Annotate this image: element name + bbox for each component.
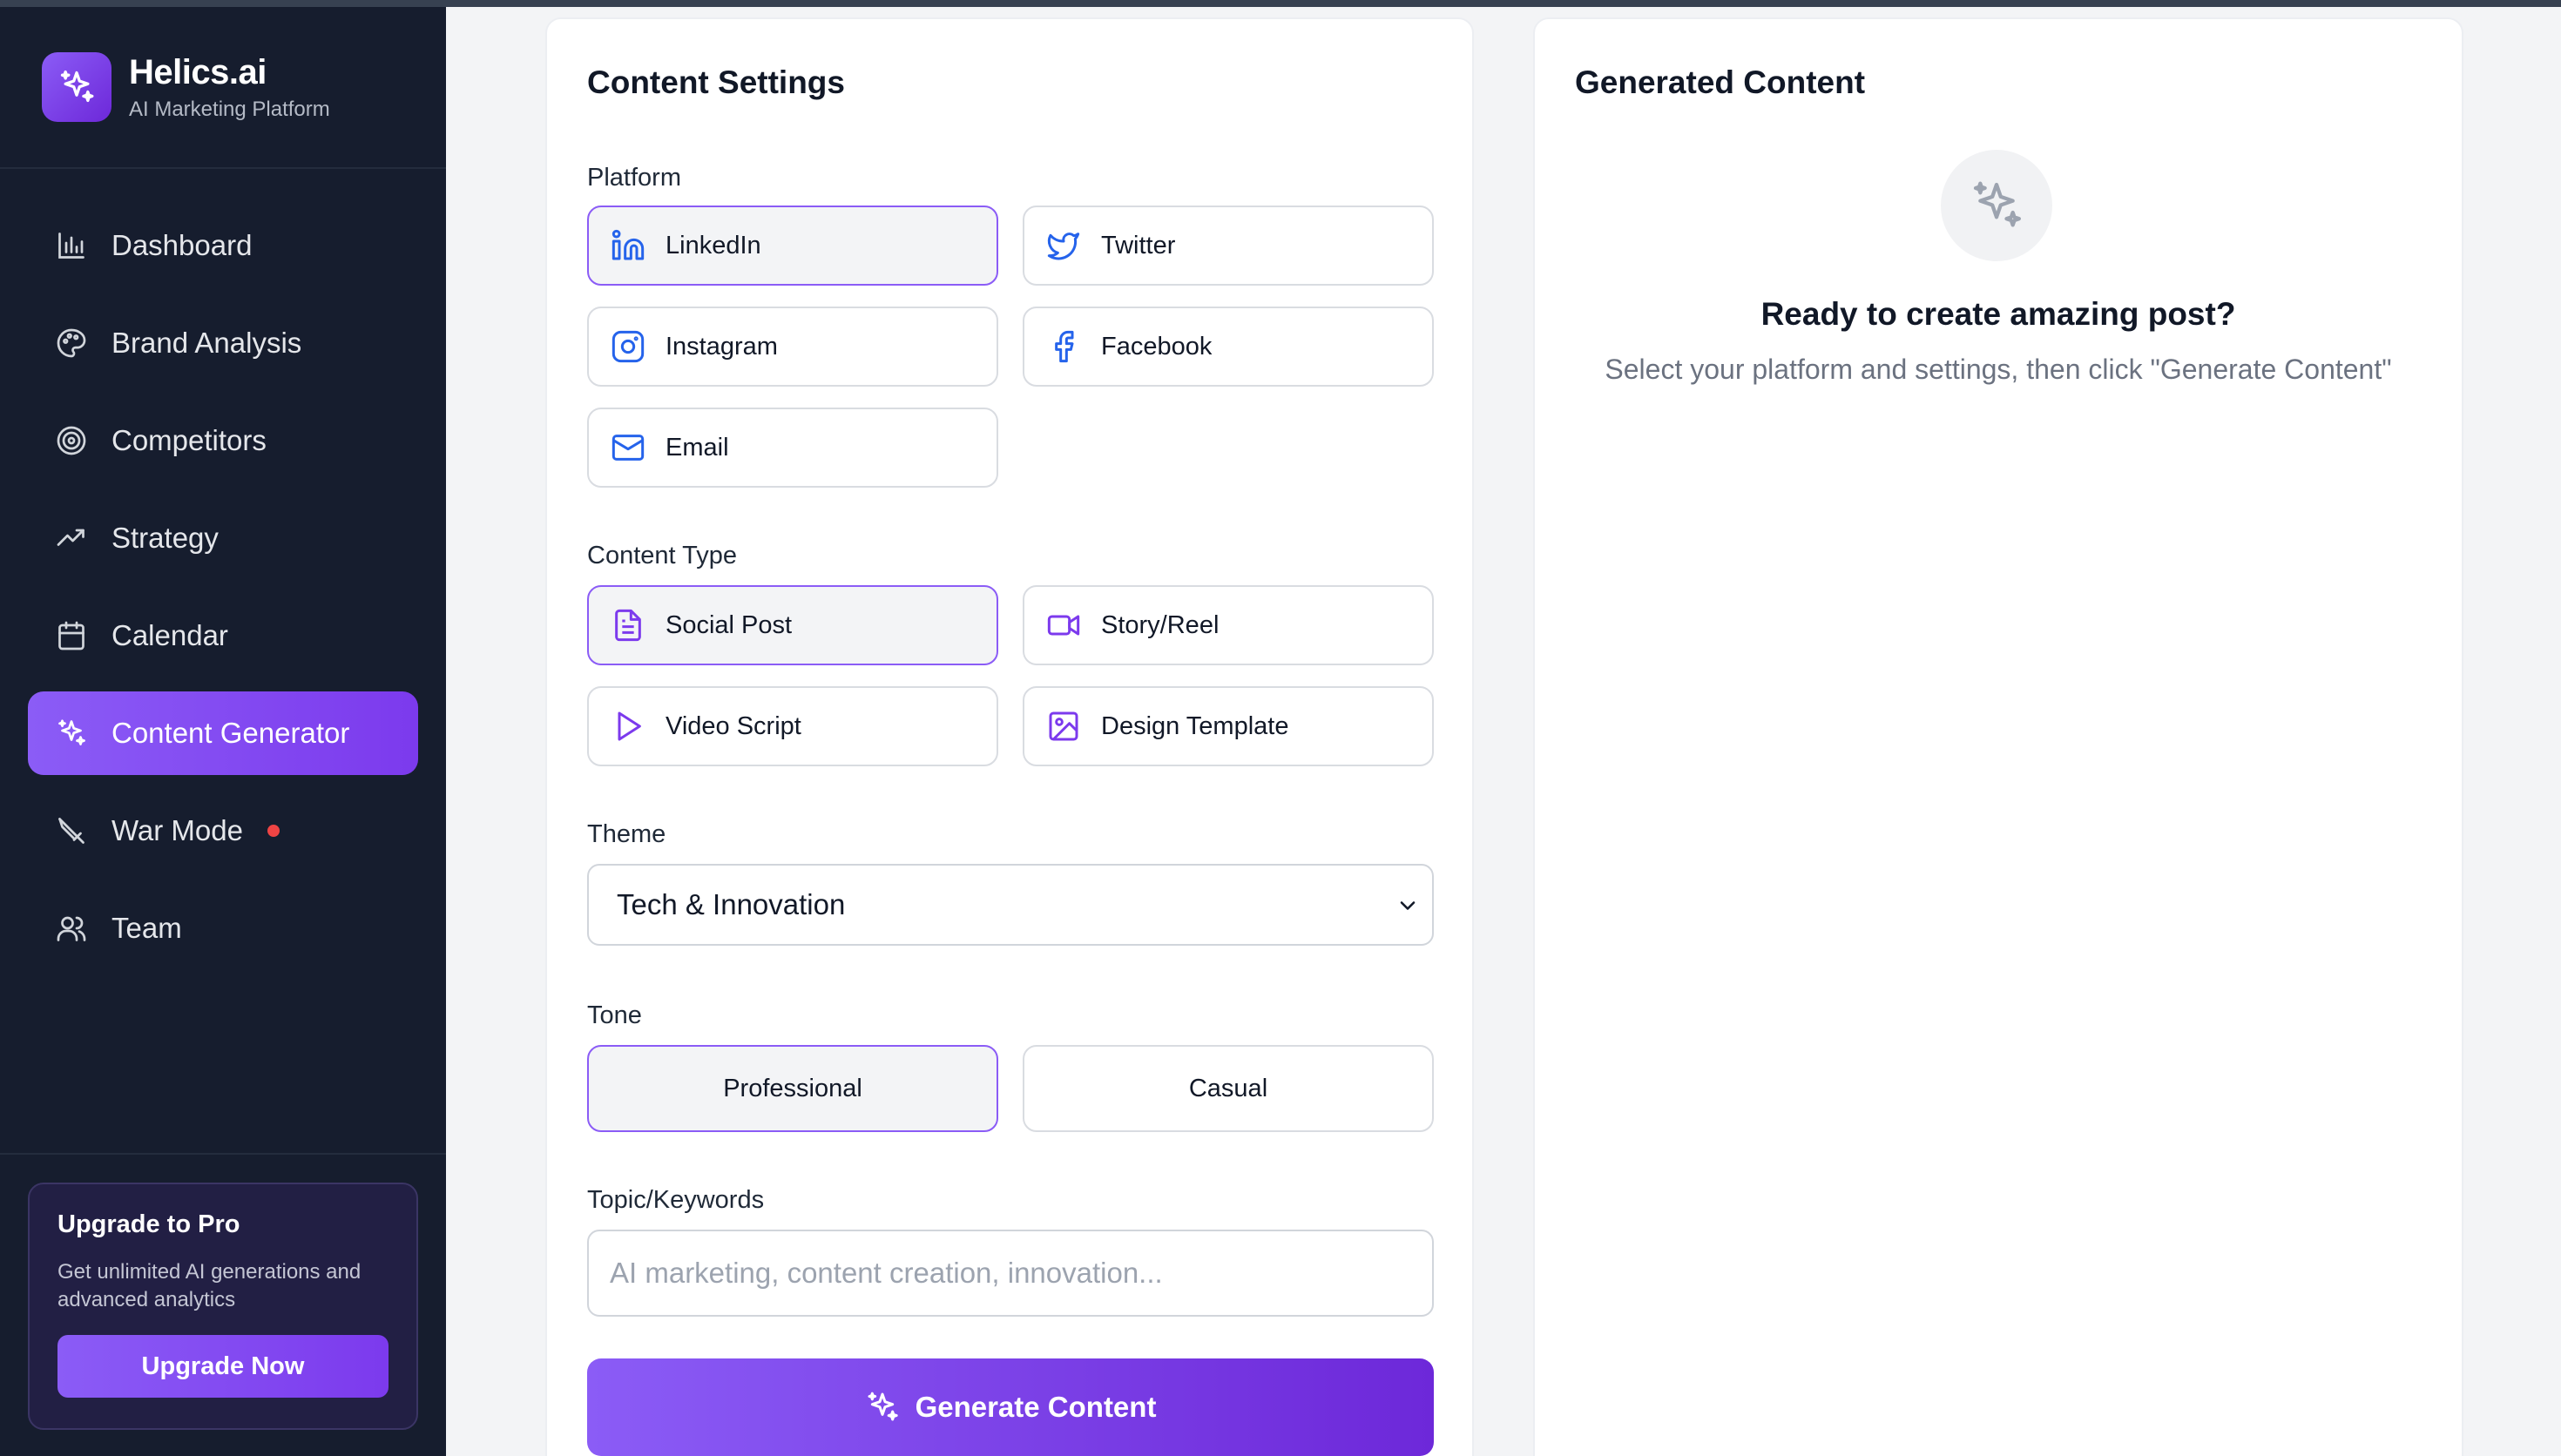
theme-select[interactable]: Tech & Innovation [587,864,1434,946]
sparkles-icon [1941,150,2052,261]
option-label: Story/Reel [1101,610,1220,639]
instagram-icon [610,328,646,365]
tone-option-professional[interactable]: Professional [587,1045,998,1132]
content-type-option-video-script[interactable]: Video Script [587,686,998,766]
brand-name: Helics.ai [129,52,267,91]
divider [0,1153,446,1155]
file-text-icon [610,607,646,644]
mail-icon [610,429,646,466]
platform-option-linkedin[interactable]: LinkedIn [587,206,998,286]
empty-state-description: Select your platform and settings, then … [1605,354,2392,385]
content-type-label: Content Type [587,542,737,570]
chevron-down-icon [1395,892,1420,925]
card-title: Content Settings [587,64,845,100]
sidebar-item-label: Dashboard [111,229,253,261]
option-label: Email [666,433,729,462]
calendar-icon [54,618,89,653]
sidebar-item-team[interactable]: Team [28,886,418,970]
empty-state-title: Ready to create amazing post? [1760,296,2236,332]
play-icon [610,708,646,745]
brand[interactable]: Helics.ai AI Marketing Platform [42,52,330,122]
sidebar-item-competitors[interactable]: Competitors [28,399,418,482]
platform-option-email[interactable]: Email [587,408,998,488]
option-label: Facebook [1101,332,1213,361]
sidebar-item-content-generator[interactable]: Content Generator [28,691,418,775]
sidebar-item-dashboard[interactable]: Dashboard [28,204,418,287]
sidebar-item-label: War Mode [111,814,243,846]
generate-button-label: Generate Content [915,1391,1157,1423]
sidebar-item-label: Team [111,912,182,944]
sparkles-icon [54,716,89,751]
generated-content-card: Generated Content Ready to create amazin… [1533,17,2463,1456]
sidebar-item-war-mode[interactable]: War Mode [28,789,418,873]
sidebar: Helics.ai AI Marketing Platform Dashboar… [0,7,446,1456]
content-type-option-social-post[interactable]: Social Post [587,585,998,665]
topic-keywords-input[interactable] [587,1230,1434,1317]
platform-label: Platform [587,164,681,192]
topic-label: Topic/Keywords [587,1186,765,1214]
alert-dot [267,825,280,837]
content-settings-card: Content Settings Platform LinkedIn Twitt… [545,17,1474,1456]
sidebar-item-label: Strategy [111,522,219,554]
sparkles-icon [42,52,111,122]
content-type-option-story-reel[interactable]: Story/Reel [1023,585,1434,665]
option-label: Video Script [666,711,801,740]
platform-option-twitter[interactable]: Twitter [1023,206,1434,286]
option-label: LinkedIn [666,231,761,260]
sidebar-item-calendar[interactable]: Calendar [28,594,418,677]
tone-label: Tone [587,1001,642,1029]
option-label: Design Template [1101,711,1289,740]
option-label: Social Post [666,610,793,639]
image-icon [1045,708,1082,745]
sidebar-item-label: Brand Analysis [111,327,302,359]
sidebar-item-label: Content Generator [111,717,350,749]
users-icon [54,911,89,946]
theme-selected-value: Tech & Innovation [617,888,846,920]
card-title: Generated Content [1575,64,1866,100]
twitter-icon [1045,227,1082,264]
bar-chart-icon [54,228,89,263]
sidebar-item-label: Competitors [111,424,267,456]
content-type-option-design-template[interactable]: Design Template [1023,686,1434,766]
generate-content-button[interactable]: Generate Content [587,1358,1434,1456]
trending-up-icon [54,521,89,556]
theme-label: Theme [587,820,666,848]
palette-icon [54,326,89,361]
target-icon [54,423,89,458]
sparkles-icon [865,1390,900,1425]
option-label: Twitter [1101,231,1176,260]
sidebar-item-brand-analysis[interactable]: Brand Analysis [28,301,418,385]
video-icon [1045,607,1082,644]
platform-option-instagram[interactable]: Instagram [587,307,998,387]
sidebar-nav: Dashboard Brand Analysis Competitors Str… [28,204,418,984]
sidebar-item-label: Calendar [111,619,228,651]
upgrade-description: Get unlimited AI generations and advance… [57,1260,362,1311]
facebook-icon [1045,328,1082,365]
upgrade-now-button[interactable]: Upgrade Now [57,1335,389,1398]
upgrade-title: Upgrade to Pro [57,1210,240,1238]
sidebar-item-strategy[interactable]: Strategy [28,496,418,580]
platform-option-facebook[interactable]: Facebook [1023,307,1434,387]
tone-option-casual[interactable]: Casual [1023,1045,1434,1132]
upgrade-card: Upgrade to Pro Get unlimited AI generati… [28,1183,418,1430]
linkedin-icon [610,227,646,264]
brand-subtitle: AI Marketing Platform [129,97,330,121]
window-top-bar [0,0,2561,7]
sword-icon [54,813,89,848]
divider [0,167,446,169]
option-label: Instagram [666,332,778,361]
